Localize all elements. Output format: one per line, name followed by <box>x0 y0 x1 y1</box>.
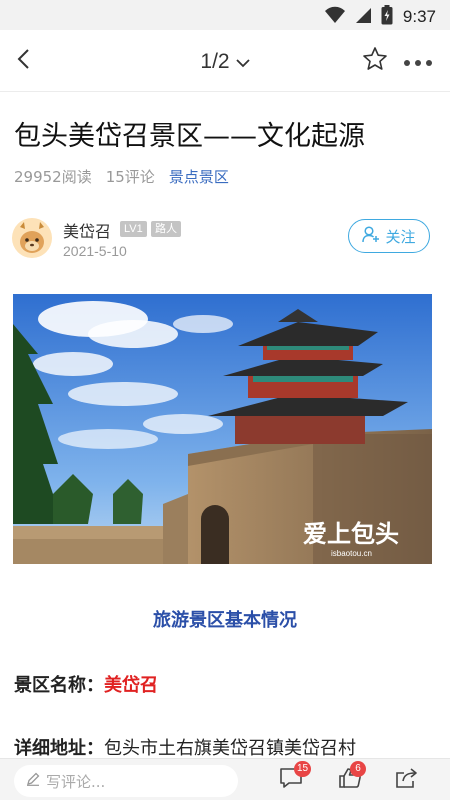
scenic-name-label: 景区名称： <box>14 675 104 696</box>
publish-date: 2021-5-10 <box>63 243 127 259</box>
comment-count: 15评论 <box>105 167 155 186</box>
watermark-logo: 爱上包头 <box>303 520 399 548</box>
share-button[interactable] <box>392 765 422 795</box>
comments-count-badge: 15 <box>294 761 312 777</box>
add-user-icon <box>362 225 380 247</box>
favorite-button[interactable] <box>358 44 392 78</box>
category-link[interactable]: 景点景区 <box>169 166 229 187</box>
status-bar: 9:37 <box>0 0 450 30</box>
back-button[interactable] <box>6 44 40 78</box>
author-name[interactable]: 美岱召 <box>63 218 111 242</box>
status-icons: 9:37 <box>324 5 436 29</box>
hero-image[interactable]: 爱上包头 isbaotou.cn <box>13 294 432 564</box>
author-row: 美岱召 LV1 路人 2021-5-10 关注 <box>12 214 436 266</box>
status-time: 9:37 <box>402 7 436 26</box>
level-badge: LV1 <box>120 221 147 237</box>
like-count-badge: 6 <box>350 761 366 777</box>
star-icon <box>362 46 388 76</box>
comment-placeholder: 写评论... <box>46 772 106 791</box>
top-nav-bar: 1/2 <box>0 30 450 92</box>
back-arrow-icon <box>16 48 30 74</box>
address-value: 包头市土右旗美岱召镇美岱召村 <box>104 738 356 759</box>
bottom-action-bar: 写评论... 15 6 <box>0 758 450 800</box>
article-meta: 29952阅读 15评论 景点景区 <box>14 163 243 189</box>
address-line: 详细地址：包头市土右旗美岱召镇美岱召村 <box>14 734 356 760</box>
comment-input[interactable]: 写评论... <box>14 765 238 797</box>
page-selector[interactable]: 1/2 <box>175 47 275 77</box>
article-title: 包头美岱召景区——文化起源 <box>14 121 365 152</box>
section-heading: 旅游景区基本情况 <box>153 610 297 631</box>
pencil-icon <box>26 772 40 790</box>
share-icon <box>395 767 419 793</box>
scenic-name-value: 美岱召 <box>104 675 158 696</box>
cellular-icon <box>355 6 371 28</box>
wifi-icon <box>324 6 345 28</box>
read-count: 29952阅读 <box>14 167 92 186</box>
avatar[interactable] <box>12 218 52 258</box>
page-indicator: 1/2 <box>200 50 230 73</box>
more-icon <box>403 52 433 71</box>
address-label: 详细地址： <box>14 738 104 759</box>
watermark-url: isbaotou.cn <box>331 549 372 558</box>
chevron-down-icon <box>235 50 250 74</box>
scenic-name-line: 景区名称：美岱召 <box>14 671 158 697</box>
follow-label: 关注 <box>385 227 416 246</box>
more-button[interactable] <box>398 44 438 78</box>
role-badge: 路人 <box>151 221 181 237</box>
follow-button[interactable]: 关注 <box>348 219 430 253</box>
battery-icon <box>381 5 393 29</box>
